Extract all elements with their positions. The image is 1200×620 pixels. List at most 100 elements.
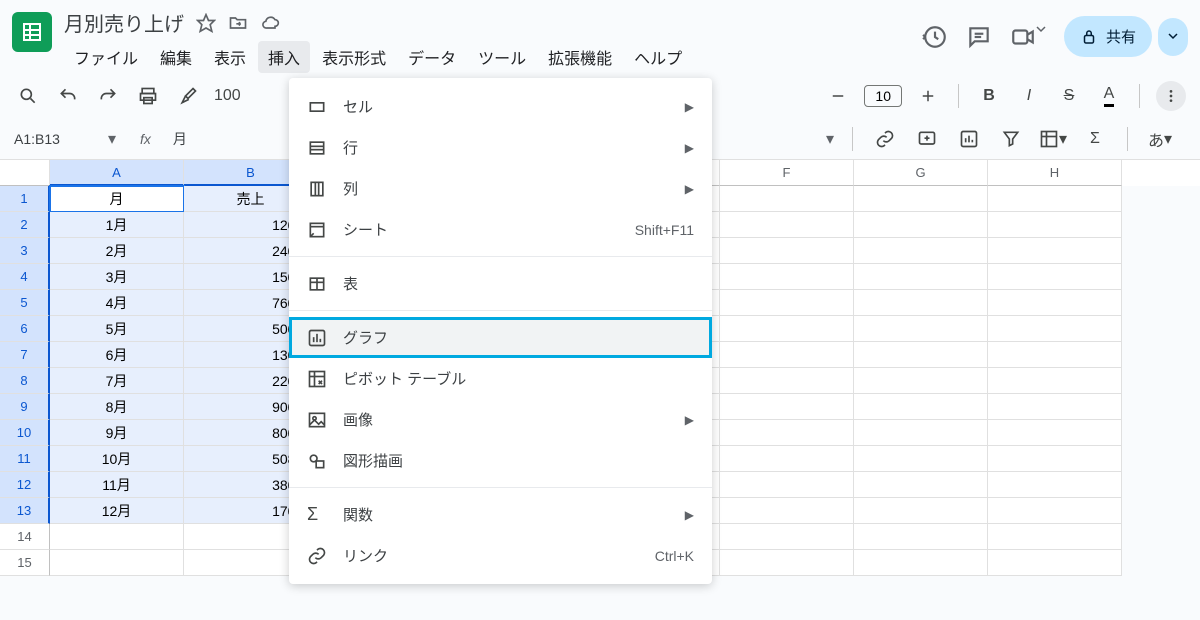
select-all-corner[interactable] — [0, 160, 50, 186]
cell[interactable] — [854, 186, 988, 212]
cell[interactable]: 5月 — [50, 316, 184, 342]
insert-chart-icon[interactable] — [955, 125, 983, 153]
column-header[interactable]: F — [720, 160, 854, 186]
cell[interactable] — [854, 446, 988, 472]
cell[interactable] — [988, 446, 1122, 472]
move-folder-icon[interactable] — [228, 13, 248, 33]
cell[interactable]: 12月 — [50, 498, 184, 524]
menu-item-シート[interactable]: シートShift+F11 — [289, 209, 712, 250]
cell[interactable] — [988, 420, 1122, 446]
cell[interactable] — [988, 498, 1122, 524]
undo-icon[interactable] — [54, 82, 82, 110]
menu-拡張機能[interactable]: 拡張機能 — [538, 41, 622, 73]
filter-icon[interactable] — [997, 125, 1025, 153]
table-calc-icon[interactable]: ▾ — [1039, 125, 1067, 153]
row-header[interactable]: 5 — [0, 290, 50, 316]
menu-item-グラフ[interactable]: グラフ — [289, 317, 712, 358]
menu-item-関数[interactable]: Σ関数▶ — [289, 494, 712, 535]
cell[interactable]: 6月 — [50, 342, 184, 368]
row-header[interactable]: 1 — [0, 186, 50, 212]
cell[interactable] — [988, 342, 1122, 368]
more-toolbar-icon[interactable] — [1156, 81, 1186, 111]
cell[interactable] — [720, 446, 854, 472]
cell[interactable] — [854, 316, 988, 342]
cell[interactable]: 11月 — [50, 472, 184, 498]
cell[interactable] — [854, 264, 988, 290]
row-header[interactable]: 4 — [0, 264, 50, 290]
menu-item-図形描画[interactable]: 図形描画 — [289, 440, 712, 481]
formula-bar[interactable]: 月 — [173, 129, 187, 149]
cell[interactable] — [854, 420, 988, 446]
paint-format-icon[interactable] — [174, 82, 202, 110]
menu-item-表[interactable]: 表 — [289, 263, 712, 304]
cell[interactable] — [988, 186, 1122, 212]
cell[interactable] — [720, 238, 854, 264]
history-icon[interactable] — [922, 24, 948, 50]
zoom-value[interactable]: 100 — [214, 87, 241, 105]
menu-表示[interactable]: 表示 — [204, 41, 256, 73]
row-header[interactable]: 3 — [0, 238, 50, 264]
cell[interactable]: 3月 — [50, 264, 184, 290]
menu-ヘルプ[interactable]: ヘルプ — [624, 41, 692, 73]
cell[interactable] — [988, 368, 1122, 394]
cell[interactable]: 9月 — [50, 420, 184, 446]
redo-icon[interactable] — [94, 82, 122, 110]
cell[interactable]: 7月 — [50, 368, 184, 394]
search-icon[interactable] — [14, 82, 42, 110]
input-tools-button[interactable]: あ ▾ — [1146, 125, 1174, 153]
cell[interactable] — [854, 524, 988, 550]
menu-item-行[interactable]: 行▶ — [289, 127, 712, 168]
cell[interactable] — [988, 550, 1122, 576]
cell[interactable]: 4月 — [50, 290, 184, 316]
share-button[interactable]: 共有 — [1064, 16, 1152, 57]
text-color-button[interactable]: A — [1095, 82, 1123, 110]
star-icon[interactable] — [196, 13, 216, 33]
insert-link-icon[interactable] — [871, 125, 899, 153]
row-header[interactable]: 14 — [0, 524, 50, 550]
document-title[interactable]: 月別売り上げ — [64, 8, 184, 37]
row-header[interactable]: 11 — [0, 446, 50, 472]
cell[interactable]: 月 — [50, 186, 184, 212]
bold-button[interactable]: B — [975, 82, 1003, 110]
row-header[interactable]: 10 — [0, 420, 50, 446]
comment-icon[interactable] — [966, 24, 992, 50]
strikethrough-button[interactable]: S — [1055, 82, 1083, 110]
cell[interactable] — [988, 212, 1122, 238]
minus-icon[interactable] — [824, 82, 852, 110]
cell[interactable] — [720, 342, 854, 368]
cell[interactable] — [854, 290, 988, 316]
cell[interactable] — [854, 342, 988, 368]
cell[interactable] — [720, 472, 854, 498]
menu-データ[interactable]: データ — [398, 41, 466, 73]
cell[interactable] — [854, 394, 988, 420]
sigma-icon[interactable]: Σ — [1081, 125, 1109, 153]
cell[interactable] — [854, 368, 988, 394]
cell[interactable] — [720, 212, 854, 238]
column-header[interactable]: A — [50, 160, 184, 186]
cell[interactable] — [720, 550, 854, 576]
row-header[interactable]: 9 — [0, 394, 50, 420]
cell[interactable] — [50, 550, 184, 576]
row-header[interactable]: 12 — [0, 472, 50, 498]
menu-ファイル[interactable]: ファイル — [64, 41, 148, 73]
cell[interactable] — [50, 524, 184, 550]
row-header[interactable]: 7 — [0, 342, 50, 368]
row-header[interactable]: 2 — [0, 212, 50, 238]
menu-表示形式[interactable]: 表示形式 — [312, 41, 396, 73]
menu-編集[interactable]: 編集 — [150, 41, 202, 73]
cell[interactable]: 1月 — [50, 212, 184, 238]
cell[interactable]: 8月 — [50, 394, 184, 420]
cell[interactable] — [988, 472, 1122, 498]
name-box-dropdown-icon[interactable]: ▾ — [108, 129, 116, 149]
font-size-input[interactable]: 10 — [864, 85, 902, 107]
menu-item-ピボット テーブル[interactable]: ピボット テーブル — [289, 358, 712, 399]
cell[interactable] — [720, 420, 854, 446]
cloud-icon[interactable] — [260, 13, 280, 33]
cell[interactable] — [720, 394, 854, 420]
cell[interactable] — [854, 550, 988, 576]
cell[interactable] — [720, 524, 854, 550]
menu-item-リンク[interactable]: リンクCtrl+K — [289, 535, 712, 576]
menu-ツール[interactable]: ツール — [468, 41, 536, 73]
row-header[interactable]: 13 — [0, 498, 50, 524]
menu-item-列[interactable]: 列▶ — [289, 168, 712, 209]
